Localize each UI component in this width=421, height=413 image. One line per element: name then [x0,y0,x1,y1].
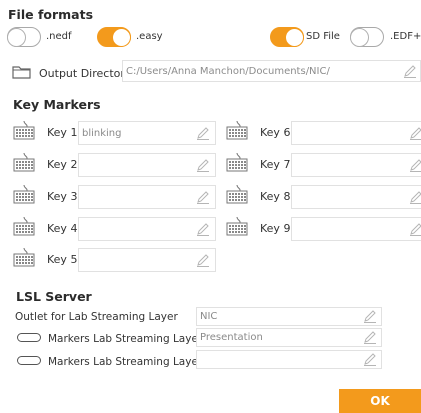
toggle-knob [350,28,369,47]
sd-file-toggle[interactable] [270,27,304,47]
edit-pencil-icon[interactable] [409,190,421,204]
edit-pencil-icon[interactable] [196,253,210,267]
output-directory-label: Output Directory [39,67,132,80]
markers1-field[interactable]: Presentation [196,328,382,347]
key-6-field[interactable] [291,121,421,145]
keyboard-icon [13,120,35,140]
ok-button[interactable]: OK [339,389,421,413]
key-markers-title: Key Markers [13,97,101,112]
markers2-label: Markers Lab Streaming Layer 2 [48,356,213,368]
key-8-label: Key 8 [260,190,291,203]
edit-pencil-icon[interactable] [403,64,417,78]
key-9-field[interactable] [291,217,421,241]
key-7-field[interactable] [291,153,421,177]
edit-pencil-icon[interactable] [363,330,377,344]
edit-pencil-icon[interactable] [409,126,421,140]
outlet-label: Outlet for Lab Streaming Layer [15,311,178,323]
sd-file-label: SD File [306,31,340,42]
edit-pencil-icon[interactable] [409,222,421,236]
folder-icon[interactable] [12,65,31,79]
easy-label: .easy [136,31,163,42]
keyboard-icon [226,216,248,236]
edit-pencil-icon[interactable] [409,158,421,172]
nedf-label: .nedf [46,31,72,42]
key-5-label: Key 5 [47,253,78,266]
edit-pencil-icon[interactable] [196,222,210,236]
key-8-field[interactable] [291,185,421,209]
markers2-field[interactable] [196,350,382,369]
markers2-toggle[interactable] [17,356,41,365]
edit-pencil-icon[interactable] [363,352,377,366]
keyboard-icon [13,184,35,204]
file-formats-title: File formats [8,7,94,22]
edit-pencil-icon[interactable] [363,309,377,323]
keyboard-icon [226,152,248,172]
nedf-toggle[interactable] [7,27,41,47]
lsl-server-title: LSL Server [16,289,92,304]
edit-pencil-icon[interactable] [196,158,210,172]
toggle-knob [285,28,304,47]
keyboard-icon [13,152,35,172]
key-7-label: Key 7 [260,158,291,171]
key-2-label: Key 2 [47,158,78,171]
edf-plus-toggle[interactable] [350,27,384,47]
keyboard-icon [13,216,35,236]
markers1-toggle[interactable] [17,333,41,342]
toggle-knob [7,28,26,47]
toggle-knob [112,28,131,47]
edit-pencil-icon[interactable] [196,190,210,204]
outlet-field[interactable]: NIC [196,307,382,326]
keyboard-icon [226,120,248,140]
keyboard-icon [226,184,248,204]
key-9-label: Key 9 [260,222,291,235]
key-3-label: Key 3 [47,190,78,203]
edf-plus-label: .EDF+ [390,31,421,42]
easy-toggle[interactable] [97,27,131,47]
key-6-label: Key 6 [260,126,291,139]
markers1-label: Markers Lab Streaming Layer 1 [48,333,213,345]
key-4-label: Key 4 [47,222,78,235]
output-directory-field[interactable]: C:/Users/Anna Manchon/Documents/NIC/ [122,60,421,82]
keyboard-icon [13,247,35,267]
key-1-label: Key 1 [47,126,78,139]
edit-pencil-icon[interactable] [196,126,210,140]
